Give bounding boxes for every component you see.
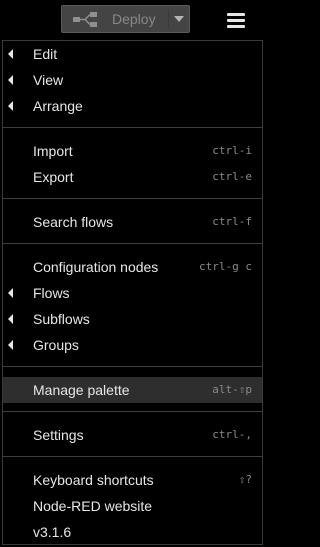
main-menu-button[interactable]: [216, 4, 256, 36]
menu-item-label: Manage palette: [33, 382, 130, 398]
menu-item-label: Import: [33, 143, 73, 159]
header-bar: Deploy: [0, 0, 264, 40]
menu-divider: [3, 366, 262, 367]
menu-item-label: Subflows: [33, 311, 90, 327]
menu-item-view[interactable]: View: [3, 67, 262, 93]
menu-item-shortcut: ctrl-i: [212, 144, 252, 157]
menu-divider: [3, 411, 262, 412]
menu-item-version[interactable]: v3.1.6: [3, 519, 262, 545]
menu-item-label: Settings: [33, 427, 84, 443]
menu-item-subflows[interactable]: Subflows: [3, 306, 262, 332]
menu-item-shortcut: ⇧?: [238, 473, 252, 486]
menu-item-search-flows[interactable]: Search flows ctrl-f: [3, 209, 262, 235]
menu-divider: [3, 456, 262, 457]
menu-item-label: Export: [33, 169, 74, 185]
menu-item-label: Groups: [33, 337, 79, 353]
menu-item-shortcut: ctrl-,: [212, 428, 252, 441]
menu-item-shortcut: ctrl-g c: [199, 260, 252, 273]
submenu-arrow-icon: [8, 101, 13, 111]
submenu-arrow-icon: [8, 49, 13, 59]
hamburger-menu-icon: [227, 12, 245, 16]
menu-item-label: Flows: [33, 285, 70, 301]
menu-item-configuration-nodes[interactable]: Configuration nodes ctrl-g c: [3, 254, 262, 280]
menu-item-flows[interactable]: Flows: [3, 280, 262, 306]
menu-item-manage-palette[interactable]: Manage palette alt-⇧p: [3, 377, 262, 403]
menu-item-shortcut: ctrl-e: [212, 170, 252, 183]
menu-item-label: Configuration nodes: [33, 259, 159, 275]
submenu-arrow-icon: [8, 75, 13, 85]
main-menu: Edit View Arrange Import ctrl-i Export c…: [2, 40, 263, 545]
menu-item-export[interactable]: Export ctrl-e: [3, 164, 262, 190]
menu-divider: [3, 198, 262, 199]
menu-item-label: v3.1.6: [33, 524, 72, 540]
menu-item-groups[interactable]: Groups: [3, 332, 262, 358]
submenu-arrow-icon: [8, 340, 13, 350]
menu-divider: [3, 127, 262, 128]
hamburger-menu-icon-bar: [227, 24, 245, 28]
hamburger-menu-icon-bar: [227, 18, 245, 22]
menu-item-keyboard-shortcuts[interactable]: Keyboard shortcuts ⇧?: [3, 467, 262, 493]
deploy-button[interactable]: Deploy: [61, 5, 190, 33]
deploy-divider: [168, 10, 169, 28]
menu-item-node-red-website[interactable]: Node-RED website: [3, 493, 262, 519]
menu-item-import[interactable]: Import ctrl-i: [3, 138, 262, 164]
menu-item-label: Search flows: [33, 214, 114, 230]
deploy-label: Deploy: [112, 11, 156, 27]
submenu-arrow-icon: [8, 288, 13, 298]
menu-item-edit[interactable]: Edit: [3, 41, 262, 67]
deploy-flow-icon: [70, 6, 104, 32]
menu-item-shortcut: alt-⇧p: [212, 383, 252, 396]
menu-item-label: Arrange: [33, 98, 83, 114]
menu-item-label: Node-RED website: [33, 498, 153, 514]
menu-item-label: Edit: [33, 46, 58, 62]
menu-item-label: Keyboard shortcuts: [33, 472, 154, 488]
menu-item-settings[interactable]: Settings ctrl-,: [3, 422, 262, 448]
menu-item-label: View: [33, 72, 64, 88]
menu-item-shortcut: ctrl-f: [212, 215, 252, 228]
submenu-arrow-icon: [8, 314, 13, 324]
deploy-dropdown-caret-icon[interactable]: [174, 16, 184, 22]
menu-item-arrange[interactable]: Arrange: [3, 93, 262, 119]
menu-divider: [3, 243, 262, 244]
